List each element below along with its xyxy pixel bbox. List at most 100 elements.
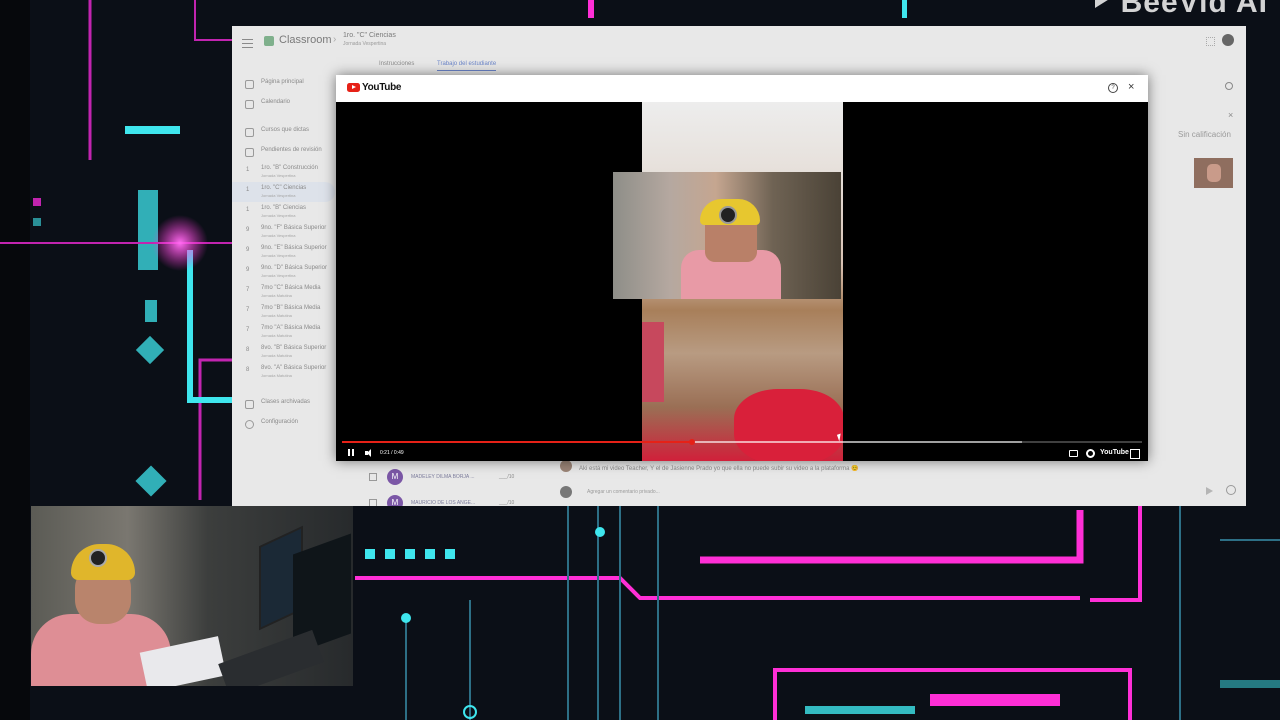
youtube-logo-text: YouTube <box>362 82 402 93</box>
row-checkbox[interactable] <box>369 473 377 481</box>
avatar: M <box>387 469 403 485</box>
sidebar-item-sublabel: Jornada Vespertina <box>261 193 296 198</box>
sidebar-item-sublabel: Jornada Vespertina <box>261 273 296 278</box>
sidebar-item-label: Cursos que dictas <box>261 127 310 133</box>
sidebar-item-label: 9no. "F" Básica Superior <box>261 225 327 231</box>
avatar <box>560 486 572 498</box>
sidebar-class-item[interactable]: 9 9no. "F" Básica Superior Jornada Vespert… <box>232 222 335 242</box>
sidebar-item-sublabel: Jornada Matutina <box>261 313 292 318</box>
sidebar-class-item[interactable]: 8 8vo. "A" Básica Superior Jornada Matutin… <box>232 362 335 382</box>
captions-icon[interactable] <box>1069 450 1078 457</box>
sidebar-item-label: 1ro. "B" Ciencias <box>261 205 306 211</box>
sidebar-item-label: 8vo. "A" Básica Superior <box>261 365 327 371</box>
play-icon <box>1094 0 1111 8</box>
student-grade[interactable]: ___/10 <box>499 474 514 480</box>
sidebar-item-sublabel: Jornada Vespertina <box>261 233 296 238</box>
sidebar-item-archived[interactable]: Clases archivadas <box>232 394 335 414</box>
sidebar-class-item[interactable]: 1 1ro. "B" Construcción Jornada Vespertina <box>232 162 335 182</box>
calendar-icon <box>245 100 254 109</box>
archive-icon <box>245 400 254 409</box>
sidebar-class-item[interactable]: 7 7mo "A" Básica Media Jornada Matutina <box>232 322 335 342</box>
classroom-logo-icon <box>264 36 274 46</box>
sidebar-item-label: Página principal <box>261 79 304 85</box>
player-controls: 0:21 / 0:49 YouTube <box>336 437 1148 461</box>
student-name: MADELEY DILMA BORJA ... <box>411 474 475 480</box>
streamer-webcam <box>31 506 353 686</box>
menu-icon[interactable] <box>242 36 253 51</box>
progress-played <box>342 441 693 443</box>
close-icon[interactable]: × <box>1228 110 1233 120</box>
grade-status: Sin calificación <box>1178 130 1231 139</box>
sidebar-item-label: 7mo "A" Básica Media <box>261 325 321 331</box>
close-button[interactable]: × <box>1128 81 1134 93</box>
account-avatar[interactable] <box>1222 34 1234 46</box>
pause-button[interactable] <box>348 449 354 456</box>
youtube-logo-icon <box>347 83 360 92</box>
watermark-logo: BeeVid AI <box>1094 0 1268 20</box>
class-name[interactable]: 1ro. "C" Ciencias <box>343 32 396 39</box>
home-icon <box>245 80 254 89</box>
attachment-thumbnail[interactable] <box>1194 158 1233 188</box>
settings-icon <box>245 420 254 429</box>
add-comment-bar[interactable]: Agregar un comentario privado... <box>560 484 1240 500</box>
class-initial: 8 <box>246 347 250 353</box>
classroom-sidebar: Página principal Calendario Cursos que d… <box>232 74 335 506</box>
apps-grid-icon[interactable] <box>1206 37 1215 46</box>
youtube-titlebar: YouTube ? × <box>336 75 1148 102</box>
gear-icon[interactable] <box>1225 82 1233 90</box>
breadcrumb-separator: › <box>333 34 337 45</box>
sidebar-item-sublabel: Jornada Matutina <box>261 353 292 358</box>
sidebar-item-home[interactable]: Página principal <box>232 74 335 94</box>
avatar <box>560 460 572 472</box>
tab-student-work[interactable]: Trabajo del estudiante <box>437 61 497 71</box>
sidebar-item-sublabel: Jornada Vespertina <box>261 213 296 218</box>
class-initial: 7 <box>246 287 250 293</box>
progress-bar[interactable] <box>342 439 1142 445</box>
sidebar-item-teaching[interactable]: Cursos que dictas <box>232 122 335 142</box>
sidebar-class-item[interactable]: 7 7mo "B" Básica Media Jornada Matutina <box>232 302 335 322</box>
tab-instructions[interactable]: Instrucciones <box>379 61 414 67</box>
sidebar-item-sublabel: Jornada Vespertina <box>261 253 296 258</box>
class-shift: Jornada Vespertina <box>343 41 387 47</box>
app-name[interactable]: Classroom <box>279 34 332 46</box>
sidebar-class-item[interactable]: 9 9no. "D" Básica Superior Jornada Vespert… <box>232 262 335 282</box>
sidebar-item-label: 9no. "D" Básica Superior <box>261 265 327 271</box>
sidebar-class-item-selected[interactable]: 1 1ro. "C" Ciencias Jornada Vespertina <box>232 182 335 202</box>
gear-icon[interactable] <box>1086 449 1095 458</box>
sidebar-item-settings[interactable]: Configuración <box>232 414 335 434</box>
sidebar-item-to-review[interactable]: Pendientes de revisión <box>232 142 335 162</box>
fullscreen-icon[interactable] <box>1130 449 1140 459</box>
sidebar-item-label: Pendientes de revisión <box>261 147 322 153</box>
help-icon[interactable] <box>1226 485 1236 495</box>
row-checkbox[interactable] <box>369 499 377 506</box>
sidebar-item-label: 7mo "C" Básica Media <box>261 285 321 291</box>
class-initial: 9 <box>246 267 250 273</box>
watermark-text: BeeVid AI <box>1120 0 1268 19</box>
sidebar-class-item[interactable]: 8 8vo. "B" Básica Superior Jornada Matutin… <box>232 342 335 362</box>
class-initial: 7 <box>246 327 250 333</box>
classroom-tabs: Instrucciones Trabajo del estudiante <box>232 56 1246 74</box>
student-name: MAURICIO DE LOS ANGE... <box>411 500 476 506</box>
volume-icon[interactable] <box>365 449 375 457</box>
sidebar-item-sublabel: Jornada Matutina <box>261 293 292 298</box>
class-initial: 1 <box>246 187 250 193</box>
sidebar-item-sublabel: Jornada Vespertina <box>261 173 296 178</box>
youtube-brand-button[interactable]: YouTube <box>1100 449 1129 456</box>
video-frame[interactable]: 0:21 / 0:49 YouTube <box>336 102 1148 461</box>
scrubber-handle[interactable] <box>689 439 696 445</box>
avatar: M <box>387 495 403 506</box>
class-initial: 8 <box>246 367 250 373</box>
send-icon[interactable] <box>1206 487 1213 495</box>
sidebar-class-item[interactable]: 7 7mo "C" Básica Media Jornada Matutina <box>232 282 335 302</box>
sidebar-item-calendar[interactable]: Calendario <box>232 94 335 114</box>
student-grade[interactable]: ___/10 <box>499 500 514 506</box>
help-icon[interactable]: ? <box>1108 83 1118 93</box>
sidebar-class-item[interactable]: 1 1ro. "B" Ciencias Jornada Vespertina <box>232 202 335 222</box>
sidebar-item-label: Configuración <box>261 419 299 425</box>
class-initial: 1 <box>246 207 250 213</box>
comment-input[interactable]: Agregar un comentario privado... <box>587 489 660 495</box>
sidebar-item-label: Clases archivadas <box>261 399 311 405</box>
sidebar-item-label: 8vo. "B" Básica Superior <box>261 345 327 351</box>
sidebar-class-item[interactable]: 9 9no. "E" Básica Superior Jornada Vespert… <box>232 242 335 262</box>
youtube-player-modal: YouTube ? × 0:21 / 0:49 YouTube <box>336 75 1148 461</box>
